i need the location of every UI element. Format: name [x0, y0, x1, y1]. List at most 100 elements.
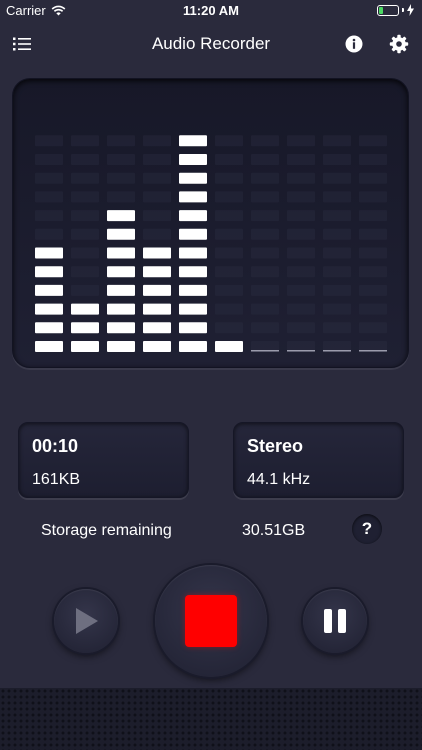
level-segment-inactive	[215, 266, 243, 278]
level-segment-inactive	[215, 191, 243, 203]
storage-value: 30.51GB	[242, 522, 306, 539]
level-segment-inactive	[359, 284, 387, 296]
level-segment-active	[71, 303, 99, 315]
level-segment-inactive	[35, 154, 63, 165]
level-segment-inactive	[107, 191, 135, 203]
level-segment-active	[35, 284, 63, 296]
level-segment-inactive	[71, 228, 99, 240]
level-baseline	[359, 350, 387, 352]
info-button[interactable]	[341, 31, 367, 57]
level-segment-inactive	[359, 322, 387, 334]
level-segment-inactive	[251, 303, 279, 315]
level-segment-inactive	[215, 303, 243, 315]
level-segment-active	[35, 303, 63, 315]
level-segment-inactive	[71, 247, 99, 259]
status-time: 11:20 AM	[183, 3, 239, 18]
level-segment-inactive	[35, 172, 63, 184]
level-segment-inactive	[323, 210, 351, 222]
level-segment-inactive	[71, 172, 99, 184]
level-segment-inactive	[251, 284, 279, 296]
level-segment-active	[179, 228, 207, 240]
level-segment-inactive	[359, 303, 387, 315]
level-segment-inactive	[35, 228, 63, 240]
settings-button[interactable]	[386, 31, 412, 57]
level-segment-inactive	[215, 210, 243, 222]
level-segment-inactive	[323, 154, 351, 165]
level-segment-inactive	[287, 210, 315, 222]
level-segment-inactive	[251, 191, 279, 203]
level-segment-inactive	[35, 135, 63, 147]
level-segment-inactive	[323, 135, 351, 147]
level-segment-inactive	[215, 172, 243, 184]
speaker-grille	[0, 688, 422, 750]
level-segment-inactive	[287, 172, 315, 184]
level-segment-inactive	[215, 135, 243, 147]
level-segment-active	[143, 303, 171, 315]
level-segment-inactive	[71, 135, 99, 147]
pause-bar-left	[324, 609, 332, 633]
level-segment-inactive	[323, 172, 351, 184]
recording-size: 161KB	[32, 471, 81, 488]
level-segment-inactive	[359, 154, 387, 165]
level-segment-inactive	[215, 284, 243, 296]
level-segment-inactive	[107, 154, 135, 165]
level-segment-inactive	[251, 228, 279, 240]
level-segment-inactive	[71, 154, 99, 165]
level-segment-active	[71, 322, 99, 334]
battery-level-fill	[379, 6, 383, 14]
storage-help-button[interactable]: ?	[352, 514, 382, 544]
stop-button[interactable]	[155, 565, 267, 677]
recording-info-card: 00:10 161KB	[18, 422, 189, 498]
level-segment-active	[143, 266, 171, 278]
settings-gear-icon	[389, 34, 409, 54]
stop-icon	[185, 595, 237, 647]
level-segment-active	[35, 341, 63, 352]
level-segment-inactive	[323, 266, 351, 278]
level-segment-active	[179, 303, 207, 315]
pause-button[interactable]	[303, 589, 367, 653]
level-baseline	[323, 350, 351, 352]
level-segment-inactive	[359, 247, 387, 259]
level-segment-inactive	[287, 303, 315, 315]
level-segment-active	[179, 210, 207, 222]
level-segment-active	[179, 154, 207, 165]
level-segment-active	[71, 341, 99, 352]
level-segment-active	[143, 322, 171, 334]
level-segment-active	[107, 303, 135, 315]
level-segment-inactive	[323, 247, 351, 259]
level-meter-bars	[35, 135, 387, 352]
channel-mode: Stereo	[247, 436, 304, 456]
level-segment-active	[179, 266, 207, 278]
nav-bar: Audio Recorder	[0, 22, 422, 66]
level-segment-inactive	[143, 154, 171, 165]
battery-icon	[377, 4, 399, 16]
level-segment-inactive	[359, 191, 387, 203]
play-button[interactable]	[54, 589, 118, 653]
level-segment-inactive	[287, 135, 315, 147]
level-segment-active	[179, 172, 207, 184]
level-segment-active	[179, 341, 207, 352]
level-segment-inactive	[71, 266, 99, 278]
level-segment-inactive	[143, 172, 171, 184]
level-segment-inactive	[251, 172, 279, 184]
level-segment-inactive	[215, 322, 243, 334]
sample-rate: 44.1 kHz	[247, 471, 311, 488]
level-segment-active	[107, 247, 135, 259]
level-segment-inactive	[143, 135, 171, 147]
level-segment-inactive	[251, 322, 279, 334]
level-segment-inactive	[251, 247, 279, 259]
level-segment-inactive	[251, 135, 279, 147]
level-segment-inactive	[323, 303, 351, 315]
level-segment-active	[107, 266, 135, 278]
info-icon	[345, 35, 363, 53]
level-segment-inactive	[35, 210, 63, 222]
level-segment-active	[143, 341, 171, 352]
status-bar: Carrier 11:20 AM	[0, 0, 422, 22]
level-segment-inactive	[359, 172, 387, 184]
level-segment-active	[179, 322, 207, 334]
level-segment-active	[35, 247, 63, 259]
level-segment-inactive	[287, 228, 315, 240]
level-segment-active	[107, 322, 135, 334]
level-segment-inactive	[323, 322, 351, 334]
level-segment-inactive	[143, 228, 171, 240]
